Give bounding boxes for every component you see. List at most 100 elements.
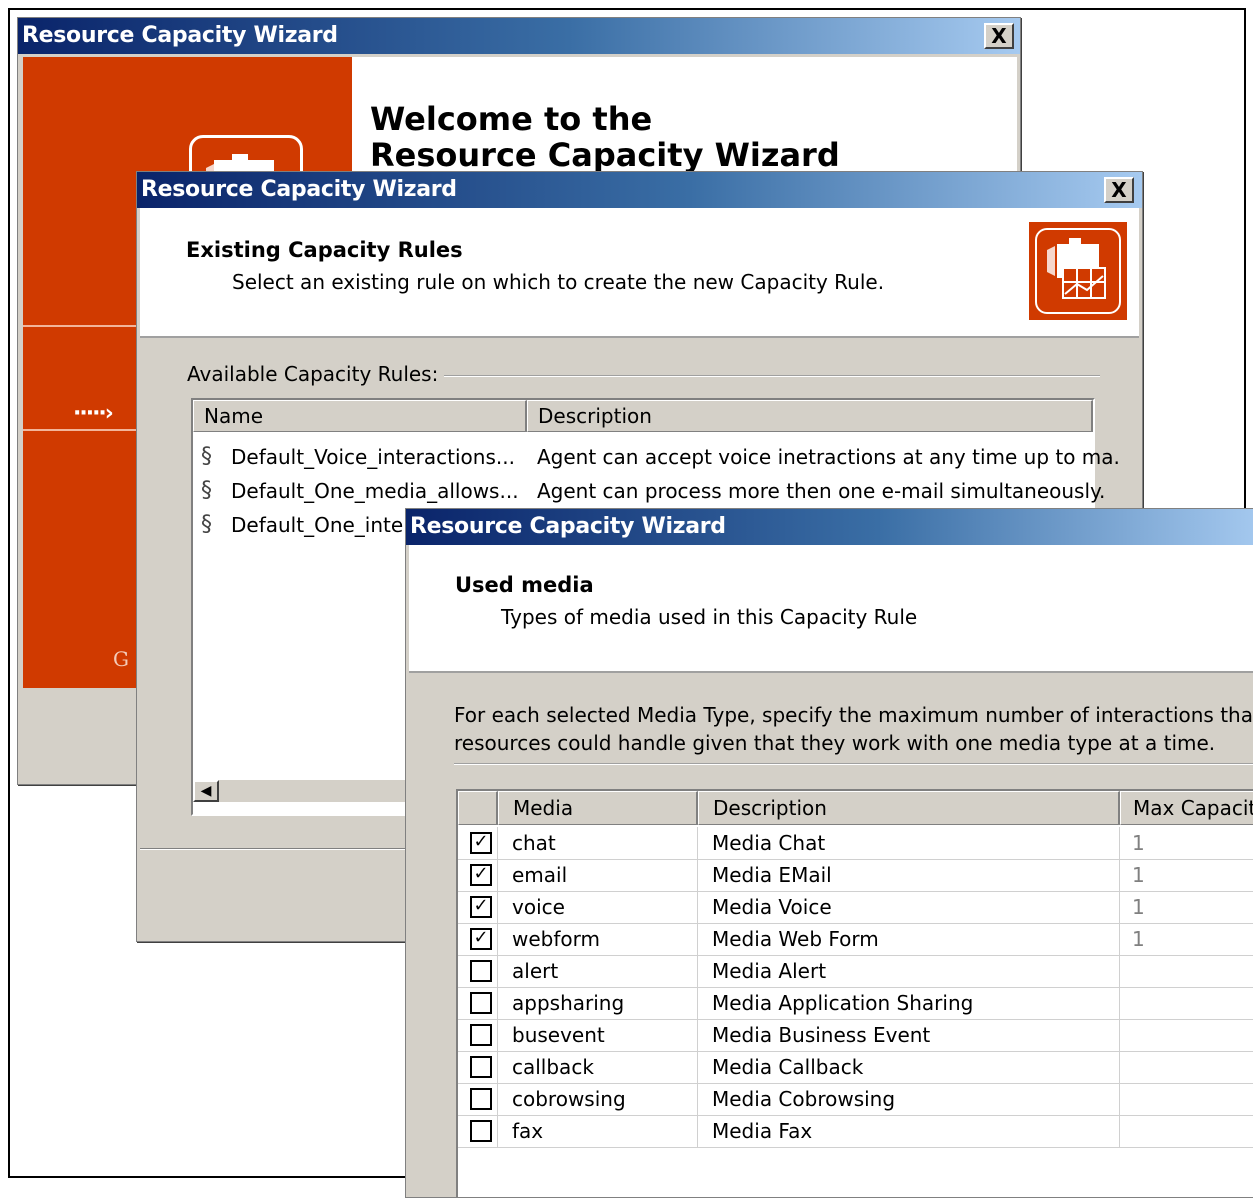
instruction-line-2: resources could handle given that they w… <box>454 731 1216 755</box>
media-checkbox[interactable] <box>470 960 492 982</box>
welcome-line-2: Resource Capacity Wizard <box>370 136 840 174</box>
close-button[interactable]: X <box>1104 177 1134 203</box>
max-capacity-cell[interactable] <box>1120 1019 1253 1051</box>
page-subtitle: Select an existing rule on which to crea… <box>232 270 885 294</box>
wizard-logo-icon <box>1029 222 1127 320</box>
media-cell: fax <box>498 1115 698 1147</box>
table-row[interactable]: appsharing Media Application Sharing <box>458 987 1253 1020</box>
media-checkbox[interactable]: ✓ <box>470 832 492 854</box>
table-row[interactable]: callback Media Callback <box>458 1051 1253 1084</box>
description-cell: Media Chat <box>698 827 1120 859</box>
instruction-line-1: For each selected Media Type, specify th… <box>454 703 1253 727</box>
grid-header: Media Description Max Capacit <box>458 791 1253 825</box>
media-cell: webform <box>498 923 698 955</box>
instructions: For each selected Media Type, specify th… <box>454 701 1253 757</box>
close-button[interactable]: X <box>984 23 1014 49</box>
page-subtitle: Types of media used in this Capacity Rul… <box>501 605 918 629</box>
media-checkbox[interactable] <box>470 1056 492 1078</box>
media-cell: callback <box>498 1051 698 1083</box>
max-capacity-cell[interactable]: 1 <box>1120 827 1253 859</box>
max-capacity-cell[interactable]: 1 <box>1120 923 1253 955</box>
max-capacity-cell[interactable] <box>1120 1051 1253 1083</box>
select-cell: ✓ <box>458 859 498 891</box>
media-cell: alert <box>498 955 698 987</box>
page-title: Existing Capacity Rules <box>186 238 463 262</box>
description-cell: Media EMail <box>698 859 1120 891</box>
description-cell: Media Alert <box>698 955 1120 987</box>
max-capacity-cell[interactable] <box>1120 1083 1253 1115</box>
horizontal-scrollbar[interactable]: ◀ <box>193 780 437 802</box>
rule-description: Agent can process more then one e-mail s… <box>537 479 1106 503</box>
table-row[interactable]: ✓ email Media EMail 1 <box>458 859 1253 892</box>
max-capacity-cell[interactable]: 1 <box>1120 891 1253 923</box>
scroll-left-button[interactable]: ◀ <box>193 780 219 802</box>
column-header-max-capacity[interactable]: Max Capacit <box>1120 791 1253 825</box>
window-titlebar[interactable]: Resource Capacity Wizard <box>406 509 1253 545</box>
welcome-title: Welcome to the Resource Capacity Wizard <box>370 101 840 173</box>
max-capacity-cell[interactable] <box>1120 987 1253 1019</box>
wizard-header: Existing Capacity Rules Select an existi… <box>140 208 1139 338</box>
media-cell: email <box>498 859 698 891</box>
description-cell: Media Cobrowsing <box>698 1083 1120 1115</box>
list-item[interactable]: § Default_Voice_interactions... Agent ca… <box>193 440 1120 474</box>
rule-description: Agent can accept voice inetractions at a… <box>537 445 1120 469</box>
window-title: Resource Capacity Wizard <box>22 23 338 48</box>
sidebar-brand-text: G <box>113 647 133 671</box>
column-header-description[interactable]: Description <box>698 791 1120 825</box>
window-titlebar[interactable]: Resource Capacity Wizard <box>137 172 1142 208</box>
list-item[interactable]: § Default_One_media_allows... Agent can … <box>193 474 1105 508</box>
list-header: Name Description <box>193 400 1093 432</box>
column-header-name[interactable]: Name <box>193 400 527 432</box>
media-checkbox[interactable] <box>470 1088 492 1110</box>
rule-name: Default_One_inte <box>231 513 404 537</box>
max-capacity-cell[interactable] <box>1120 1115 1253 1147</box>
media-checkbox[interactable]: ✓ <box>470 896 492 918</box>
description-cell: Media Callback <box>698 1051 1120 1083</box>
close-icon: X <box>1111 178 1127 202</box>
media-cell: cobrowsing <box>498 1083 698 1115</box>
table-row[interactable]: ✓ chat Media Chat 1 <box>458 827 1253 860</box>
rule-name: Default_One_media_allows... <box>231 479 519 503</box>
media-checkbox[interactable] <box>470 1024 492 1046</box>
media-checkbox[interactable]: ✓ <box>470 864 492 886</box>
close-icon: X <box>991 24 1007 48</box>
media-checkbox[interactable] <box>470 992 492 1014</box>
select-cell <box>458 1019 498 1051</box>
rule-link-icon: § <box>201 444 212 469</box>
table-row[interactable]: ✓ voice Media Voice 1 <box>458 891 1253 924</box>
rule-link-icon: § <box>201 512 212 537</box>
table-row[interactable]: fax Media Fax <box>458 1115 1253 1148</box>
media-checkbox[interactable] <box>470 1120 492 1142</box>
max-capacity-cell[interactable] <box>1120 955 1253 987</box>
rule-link-icon: § <box>201 478 212 503</box>
window-title: Resource Capacity Wizard <box>410 514 726 539</box>
media-cell: appsharing <box>498 987 698 1019</box>
column-header-media[interactable]: Media <box>498 791 698 825</box>
select-cell: ✓ <box>458 827 498 859</box>
media-grid[interactable]: Media Description Max Capacit ✓ chat Media… <box>456 789 1253 1197</box>
table-row[interactable]: busevent Media Business Event <box>458 1019 1253 1052</box>
table-row[interactable]: ✓ webform Media Web Form 1 <box>458 923 1253 956</box>
select-cell: ✓ <box>458 891 498 923</box>
wizard-window-used-media: Resource Capacity Wizard Used media Type… <box>405 508 1253 1198</box>
section-label: Available Capacity Rules: <box>187 362 445 386</box>
scroll-left-icon: ◀ <box>200 783 212 799</box>
table-row[interactable]: alert Media Alert <box>458 955 1253 988</box>
column-header-description[interactable]: Description <box>527 400 1093 432</box>
media-checkbox[interactable]: ✓ <box>470 928 492 950</box>
select-cell: ✓ <box>458 923 498 955</box>
section-divider <box>454 763 1253 765</box>
description-cell: Media Fax <box>698 1115 1120 1147</box>
description-cell: Media Business Event <box>698 1019 1120 1051</box>
wizard-header: Used media Types of media used in this C… <box>409 545 1253 673</box>
column-header-select[interactable] <box>458 791 498 825</box>
description-cell: Media Application Sharing <box>698 987 1120 1019</box>
window-titlebar[interactable]: Resource Capacity Wizard <box>18 18 1020 54</box>
select-cell <box>458 987 498 1019</box>
page-title: Used media <box>455 573 594 597</box>
media-cell: chat <box>498 827 698 859</box>
max-capacity-cell[interactable]: 1 <box>1120 859 1253 891</box>
welcome-line-1: Welcome to the <box>370 100 653 138</box>
description-cell: Media Voice <box>698 891 1120 923</box>
table-row[interactable]: cobrowsing Media Cobrowsing <box>458 1083 1253 1116</box>
